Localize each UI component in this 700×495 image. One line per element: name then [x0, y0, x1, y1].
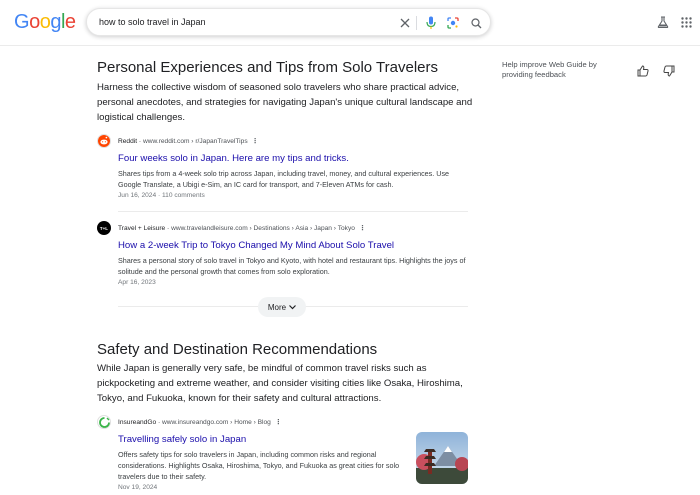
travel-leisure-icon: T+L	[97, 221, 111, 235]
logo-letter: o	[29, 11, 40, 33]
source-name: Reddit	[118, 138, 138, 145]
result-source[interactable]: InsureandGo · www.insureandgo.com › Home…	[97, 415, 407, 431]
result-meta: Nov 19, 2024	[118, 484, 158, 491]
thumbs-up-icon[interactable]	[636, 64, 650, 78]
section-title: Safety and Destination Recommendations	[97, 341, 378, 358]
chevron-down-icon	[289, 303, 297, 312]
result-title-link[interactable]: Four weeks solo in Japan. Here are my ti…	[118, 153, 469, 164]
more-options-icon[interactable]: ⋮	[359, 224, 366, 232]
search-icon[interactable]	[468, 15, 484, 31]
result-snippet: Shares tips from a 4-week solo trip acro…	[118, 169, 450, 189]
logo-letter: g	[50, 11, 61, 33]
search-input[interactable]: how to solo travel in Japan	[99, 17, 206, 27]
apps-grid-icon[interactable]	[678, 14, 694, 30]
search-result: InsureandGo · www.insureandgo.com › Home…	[97, 415, 407, 491]
search-divider	[416, 16, 417, 30]
feedback-text: Help improve Web Guide by providing feed…	[502, 60, 597, 79]
result-snippet: Shares a personal story of solo travel i…	[118, 256, 466, 276]
thumbs-down-icon[interactable]	[662, 64, 676, 78]
logo-letter: G	[14, 11, 30, 33]
more-button[interactable]: More	[258, 297, 306, 317]
section-description: While Japan is generally very safe, be m…	[97, 363, 463, 404]
lens-icon[interactable]	[445, 15, 461, 31]
microphone-icon[interactable]	[423, 15, 439, 31]
source-url: www.travelandleisure.com › Destinations …	[171, 225, 355, 232]
search-box[interactable]: how to solo travel in Japan	[86, 8, 491, 36]
google-logo[interactable]: Google	[14, 11, 76, 34]
search-result: Reddit · www.reddit.com › r/JapanTravelT…	[97, 134, 469, 199]
labs-flask-icon[interactable]	[655, 14, 671, 30]
result-snippet: Offers safety tips for solo travelers in…	[118, 450, 400, 481]
search-result: T+L Travel + Leisure · www.travelandleis…	[97, 221, 469, 286]
result-thumbnail-image[interactable]	[416, 432, 468, 484]
more-options-icon[interactable]: ⋮	[252, 137, 259, 145]
section-description: Harness the collective wisdom of seasone…	[97, 82, 473, 123]
result-title-link[interactable]: Travelling safely solo in Japan	[118, 434, 407, 445]
logo-letter: e	[64, 11, 76, 33]
result-source[interactable]: Reddit · www.reddit.com › r/JapanTravelT…	[97, 134, 469, 150]
result-title-link[interactable]: How a 2-week Trip to Tokyo Changed My Mi…	[118, 240, 469, 251]
source-name: Travel + Leisure	[118, 225, 166, 232]
more-button-label: More	[267, 302, 287, 312]
more-options-icon[interactable]: ⋮	[275, 418, 282, 426]
header: Google how to solo travel in Japan	[0, 0, 700, 46]
reddit-icon	[97, 134, 111, 148]
source-name: InsureandGo	[118, 419, 157, 426]
close-icon[interactable]	[397, 15, 413, 31]
result-meta: Jun 16, 2024 · 110 comments	[118, 192, 205, 199]
source-url: www.insureandgo.com › Home › Blog	[162, 419, 271, 426]
logo-letter: o	[39, 11, 51, 33]
result-source[interactable]: T+L Travel + Leisure · www.travelandleis…	[97, 221, 469, 237]
result-meta: Apr 16, 2023	[118, 279, 156, 286]
section-title: Personal Experiences and Tips from Solo …	[97, 59, 438, 76]
insureandgo-icon	[97, 415, 111, 429]
divider	[118, 211, 468, 212]
source-url: www.reddit.com › r/JapanTravelTips	[142, 138, 248, 145]
